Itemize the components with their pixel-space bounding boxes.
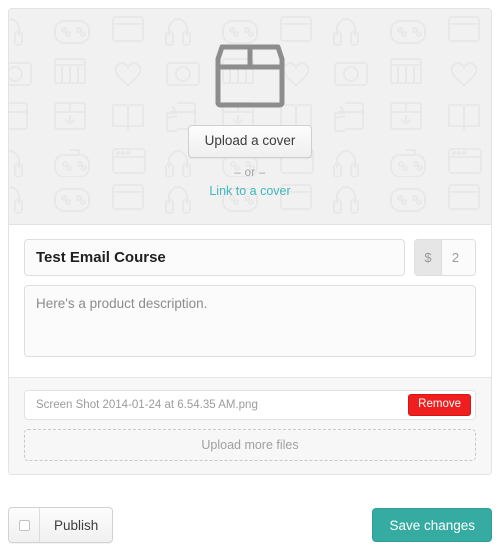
or-separator: – or – [234, 166, 266, 179]
form-footer: Publish Save changes [8, 505, 492, 545]
file-name: Screen Shot 2014-01-24 at 6.54.35 AM.png [36, 399, 258, 411]
publish-toggle-group[interactable]: Publish [8, 507, 114, 543]
product-price-input[interactable] [442, 240, 475, 275]
title-price-row: $ [24, 239, 476, 276]
price-field-group[interactable]: $ [414, 239, 476, 276]
currency-symbol: $ [415, 240, 442, 275]
product-description-textarea[interactable] [24, 285, 476, 357]
remove-file-button[interactable]: Remove [408, 393, 471, 417]
link-to-cover-link[interactable]: Link to a cover [209, 184, 290, 198]
upload-more-files-dropzone[interactable]: Upload more files [24, 429, 476, 461]
publish-checkbox[interactable] [18, 519, 30, 531]
publish-checkbox-cell[interactable] [9, 508, 40, 542]
product-title-input[interactable] [24, 239, 405, 276]
save-changes-button[interactable]: Save changes [372, 508, 492, 542]
box-icon [215, 44, 285, 108]
publish-label[interactable]: Publish [40, 508, 112, 542]
product-editor: Upload a cover – or – Link to a cover $ … [0, 0, 500, 552]
file-row: Screen Shot 2014-01-24 at 6.54.35 AM.png… [24, 390, 476, 420]
files-section: Screen Shot 2014-01-24 at 6.54.35 AM.png… [9, 377, 491, 474]
upload-cover-button[interactable]: Upload a cover [187, 125, 313, 158]
cover-upload-area[interactable]: Upload a cover – or – Link to a cover [9, 9, 491, 225]
product-card: Upload a cover – or – Link to a cover $ … [8, 8, 492, 475]
product-form: $ [9, 225, 491, 377]
